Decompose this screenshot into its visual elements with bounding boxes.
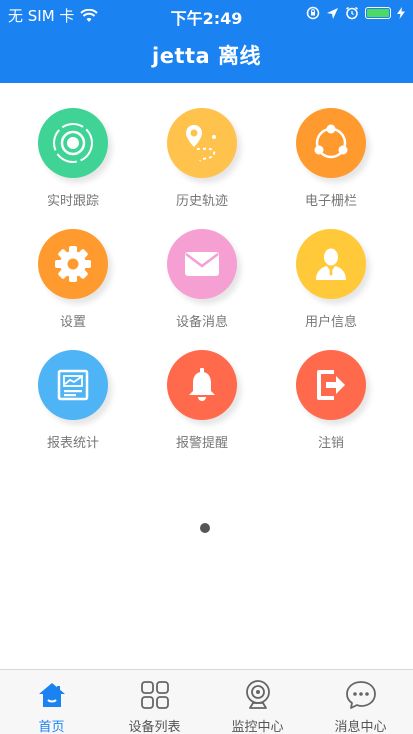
share-nodes-icon (314, 124, 348, 159)
home-screen: 无 SIM 卡 下午2:49 jetta 离线 实时跟踪 历史轨迹 电子栅栏 设… (0, 0, 413, 734)
grid-label: 历史轨迹 (175, 194, 228, 209)
battery-fill (367, 9, 389, 17)
status-right (306, 6, 405, 20)
reports-circle (38, 350, 108, 420)
home-icon (39, 683, 65, 707)
chart-report-icon (57, 369, 89, 401)
logout-circle (296, 350, 366, 420)
camera-icon (246, 680, 270, 709)
grid-item-settings[interactable]: 设置 (13, 229, 133, 339)
grid-item-user-info[interactable]: 用户信息 (271, 229, 391, 339)
alarm-clock-icon (346, 6, 358, 20)
grid-item-reports[interactable]: 报表统计 (13, 350, 133, 460)
tab-home[interactable]: 首页 (0, 670, 103, 734)
envelope-icon (185, 252, 219, 276)
bell-icon (189, 368, 215, 401)
route-pin-icon (186, 125, 216, 162)
tab-monitoring-center[interactable]: 监控中心 (206, 670, 309, 734)
page-title: jetta 离线 (152, 44, 261, 68)
status-bar: 无 SIM 卡 下午2:49 (0, 0, 413, 30)
gear-icon (55, 246, 91, 282)
logout-icon (317, 370, 345, 400)
grid-label: 实时跟踪 (46, 194, 99, 209)
battery-icon (365, 7, 391, 19)
grid-label: 设备消息 (175, 315, 228, 330)
chat-icon (346, 681, 376, 709)
realtime-tracking-circle (38, 108, 108, 178)
grid-label: 电子栅栏 (304, 194, 357, 209)
grid-label: 设置 (59, 315, 86, 330)
grid-item-history-track[interactable]: 历史轨迹 (142, 108, 262, 218)
tab-label: 首页 (38, 720, 65, 734)
grid-item-logout[interactable]: 注销 (271, 350, 391, 460)
orientation-lock-icon (306, 6, 320, 20)
tab-label: 消息中心 (334, 720, 387, 734)
grid-item-geofence[interactable]: 电子栅栏 (271, 108, 391, 218)
settings-circle (38, 229, 108, 299)
location-arrow-icon (327, 7, 338, 19)
user-info-circle (296, 229, 366, 299)
grid-label: 注销 (317, 436, 344, 451)
charging-bolt-icon (397, 7, 405, 19)
grid-item-alarms[interactable]: 报警提醒 (142, 350, 262, 460)
grid-item-device-messages[interactable]: 设备消息 (142, 229, 262, 339)
target-icon (53, 123, 93, 163)
grid-label: 报警提醒 (175, 436, 228, 451)
tab-bar: 首页 设备列表 监控中心 消息中心 (0, 669, 413, 734)
grid-icon (141, 681, 169, 709)
tab-device-list[interactable]: 设备列表 (103, 670, 206, 734)
tab-message-center[interactable]: 消息中心 (309, 670, 412, 734)
geofence-circle (296, 108, 366, 178)
grid-label: 报表统计 (46, 436, 99, 451)
grid-label: 用户信息 (304, 315, 357, 330)
grid-item-realtime-tracking[interactable]: 实时跟踪 (13, 108, 133, 218)
device-messages-circle (167, 229, 237, 299)
user-icon (316, 248, 346, 280)
tab-label: 监控中心 (231, 720, 284, 734)
tab-label: 设备列表 (128, 720, 181, 734)
history-track-circle (167, 108, 237, 178)
alarms-circle (167, 350, 237, 420)
page-indicator-dot (200, 523, 210, 533)
header-bar: 无 SIM 卡 下午2:49 jetta 离线 (0, 0, 413, 83)
